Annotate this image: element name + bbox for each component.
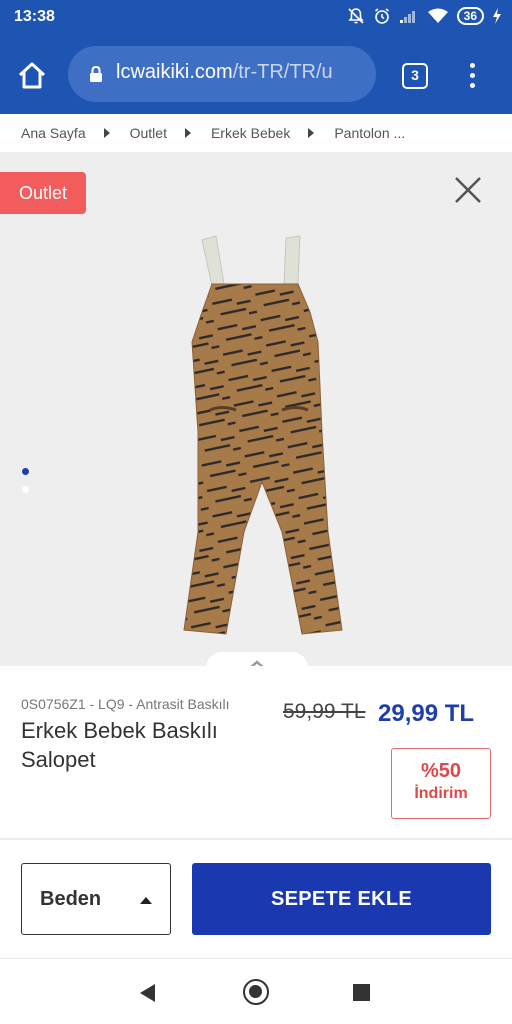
tab-switcher-button[interactable]: 3 xyxy=(402,63,428,89)
browser-toolbar: lcwaikiki.com/tr-TR/TR/u 3 xyxy=(0,36,512,114)
breadcrumb-separator-icon xyxy=(308,128,315,138)
lock-icon xyxy=(88,65,104,88)
battery-icon: 36 xyxy=(456,7,484,25)
browser-home-button[interactable] xyxy=(14,58,50,94)
status-bar: 13:38 36 xyxy=(0,0,512,36)
recent-apps-icon[interactable] xyxy=(353,984,370,1001)
wifi-icon xyxy=(427,7,449,25)
chevron-up-icon xyxy=(250,660,264,666)
back-icon[interactable] xyxy=(140,984,155,1002)
product-image xyxy=(183,235,343,635)
url-path: /tr-TR/TR/u xyxy=(232,61,333,83)
gallery-dot-active[interactable] xyxy=(22,468,29,475)
charging-icon xyxy=(492,8,502,24)
breadcrumb: Ana Sayfa Outlet Erkek Bebek Pantolon ..… xyxy=(0,114,512,152)
status-icons: 36 xyxy=(347,7,502,25)
gallery-pagination xyxy=(22,468,29,504)
discount-label: İndirim xyxy=(414,785,468,802)
add-to-cart-button[interactable]: SEPETE EKLE xyxy=(192,863,491,935)
product-sku: 0S0756Z1 - LQ9 - Antrasit Baskılı xyxy=(21,696,230,712)
home-icon xyxy=(18,62,46,89)
url-domain: lcwaikiki.com xyxy=(116,61,233,83)
outlet-badge: Outlet xyxy=(0,172,86,214)
address-bar[interactable]: lcwaikiki.com/tr-TR/TR/u xyxy=(68,46,376,102)
url-text: lcwaikiki.com/tr-TR/TR/u xyxy=(116,61,333,84)
product-title: Erkek Bebek Baskılı Salopet xyxy=(21,718,218,772)
browser-menu-button[interactable] xyxy=(466,63,478,91)
close-button[interactable] xyxy=(451,173,485,207)
breadcrumb-home[interactable]: Ana Sayfa xyxy=(21,125,86,141)
gallery-dot[interactable] xyxy=(22,486,29,493)
discount-percent: %50 xyxy=(420,760,462,782)
close-icon xyxy=(455,177,481,203)
system-nav-bar xyxy=(0,958,512,1024)
old-price: 59,99 TL xyxy=(283,700,366,723)
product-gallery[interactable]: Outlet xyxy=(0,152,512,666)
discount-badge: %50 İndirim xyxy=(391,748,491,819)
alarm-icon xyxy=(373,7,391,25)
breadcrumb-outlet[interactable]: Outlet xyxy=(130,125,167,141)
signal-icon xyxy=(399,8,419,24)
divider xyxy=(0,838,512,840)
breadcrumb-separator-icon xyxy=(184,128,191,138)
new-price: 29,99 TL xyxy=(378,700,475,727)
caret-up-icon xyxy=(140,897,152,904)
breadcrumb-erkek-bebek[interactable]: Erkek Bebek xyxy=(211,125,290,141)
home-circle-icon[interactable] xyxy=(243,979,269,1005)
details-pull-handle[interactable] xyxy=(206,652,308,666)
size-select[interactable]: Beden xyxy=(21,863,171,935)
size-select-label: Beden xyxy=(40,888,102,910)
status-time: 13:38 xyxy=(14,8,55,25)
breadcrumb-pantolon[interactable]: Pantolon ... xyxy=(334,125,405,141)
mute-icon xyxy=(347,7,365,25)
breadcrumb-separator-icon xyxy=(103,128,110,138)
